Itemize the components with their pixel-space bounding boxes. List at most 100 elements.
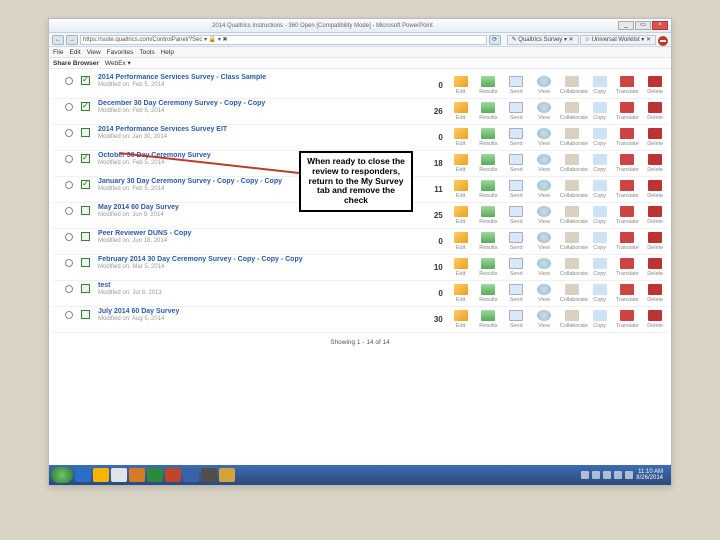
- action-view[interactable]: View: [532, 258, 556, 277]
- start-button[interactable]: [51, 467, 73, 483]
- addon-warning-icon[interactable]: [658, 36, 668, 46]
- survey-info[interactable]: Peer Reviewer DUNS - CopyModified on: Ju…: [98, 229, 421, 244]
- action-copy[interactable]: Copy: [588, 180, 612, 199]
- action-delete[interactable]: Delete: [643, 232, 667, 251]
- action-send[interactable]: Send: [504, 206, 528, 225]
- action-translate[interactable]: Translate: [616, 154, 640, 173]
- active-checkbox[interactable]: [81, 232, 90, 241]
- action-view[interactable]: View: [532, 310, 556, 329]
- action-copy[interactable]: Copy: [588, 76, 612, 95]
- action-delete[interactable]: Delete: [643, 310, 667, 329]
- menu-help[interactable]: Help: [161, 49, 174, 56]
- action-collaborate[interactable]: Collaborate: [560, 258, 584, 277]
- share-browser-button[interactable]: Share Browser: [53, 60, 99, 67]
- tray-icon[interactable]: [603, 471, 611, 479]
- taskbar-app-icon[interactable]: [147, 468, 163, 482]
- reload-button[interactable]: ⟳: [489, 35, 501, 45]
- action-delete[interactable]: Delete: [643, 154, 667, 173]
- action-collaborate[interactable]: Collaborate: [560, 76, 584, 95]
- action-delete[interactable]: Delete: [643, 128, 667, 147]
- action-delete[interactable]: Delete: [643, 76, 667, 95]
- action-delete[interactable]: Delete: [643, 206, 667, 225]
- active-checkbox[interactable]: [81, 76, 90, 85]
- action-edit[interactable]: Edit: [449, 180, 473, 199]
- action-delete[interactable]: Delete: [643, 258, 667, 277]
- taskbar-app-icon[interactable]: [93, 468, 109, 482]
- action-collaborate[interactable]: Collaborate: [560, 206, 584, 225]
- action-send[interactable]: Send: [504, 258, 528, 277]
- browser-tab-worklist[interactable]: ☆ Universal Worklist ▾ ✕: [580, 35, 656, 45]
- select-radio[interactable]: [65, 285, 73, 293]
- action-edit[interactable]: Edit: [449, 76, 473, 95]
- action-translate[interactable]: Translate: [616, 258, 640, 277]
- action-edit[interactable]: Edit: [449, 206, 473, 225]
- action-results[interactable]: Results: [477, 128, 501, 147]
- action-view[interactable]: View: [532, 206, 556, 225]
- action-delete[interactable]: Delete: [643, 102, 667, 121]
- taskbar-app-icon[interactable]: [183, 468, 199, 482]
- minimize-button[interactable]: _: [618, 21, 634, 30]
- back-button[interactable]: ←: [52, 35, 64, 45]
- taskbar-app-icon[interactable]: [129, 468, 145, 482]
- action-results[interactable]: Results: [477, 76, 501, 95]
- browser-tab-qualtrics[interactable]: ✎ Qualtrics Survey ▾ ✕: [507, 35, 579, 45]
- action-collaborate[interactable]: Collaborate: [560, 232, 584, 251]
- action-view[interactable]: View: [532, 76, 556, 95]
- action-delete[interactable]: Delete: [643, 284, 667, 303]
- action-copy[interactable]: Copy: [588, 154, 612, 173]
- action-copy[interactable]: Copy: [588, 258, 612, 277]
- survey-info[interactable]: July 2014 60 Day SurveyModified on: Aug …: [98, 307, 421, 322]
- address-bar[interactable]: https://suite.qualtrics.com/ControlPanel…: [80, 35, 487, 45]
- survey-info[interactable]: testModified on: Jul 8, 2013: [98, 281, 421, 296]
- menu-favorites[interactable]: Favorites: [107, 49, 134, 56]
- action-results[interactable]: Results: [477, 180, 501, 199]
- active-checkbox[interactable]: [81, 180, 90, 189]
- action-collaborate[interactable]: Collaborate: [560, 284, 584, 303]
- action-view[interactable]: View: [532, 284, 556, 303]
- action-edit[interactable]: Edit: [449, 310, 473, 329]
- action-send[interactable]: Send: [504, 154, 528, 173]
- survey-info[interactable]: December 30 Day Ceremony Survey - Copy -…: [98, 99, 421, 114]
- tray-icon[interactable]: [614, 471, 622, 479]
- select-radio[interactable]: [65, 77, 73, 85]
- action-results[interactable]: Results: [477, 154, 501, 173]
- action-copy[interactable]: Copy: [588, 102, 612, 121]
- action-edit[interactable]: Edit: [449, 102, 473, 121]
- action-edit[interactable]: Edit: [449, 258, 473, 277]
- action-edit[interactable]: Edit: [449, 128, 473, 147]
- action-results[interactable]: Results: [477, 258, 501, 277]
- survey-info[interactable]: February 2014 30 Day Ceremony Survey - C…: [98, 255, 421, 270]
- active-checkbox[interactable]: [81, 128, 90, 137]
- action-delete[interactable]: Delete: [643, 180, 667, 199]
- active-checkbox[interactable]: [81, 310, 90, 319]
- action-translate[interactable]: Translate: [616, 284, 640, 303]
- action-collaborate[interactable]: Collaborate: [560, 180, 584, 199]
- select-radio[interactable]: [65, 259, 73, 267]
- active-checkbox[interactable]: [81, 206, 90, 215]
- action-translate[interactable]: Translate: [616, 206, 640, 225]
- select-radio[interactable]: [65, 311, 73, 319]
- action-edit[interactable]: Edit: [449, 232, 473, 251]
- action-translate[interactable]: Translate: [616, 76, 640, 95]
- action-copy[interactable]: Copy: [588, 310, 612, 329]
- action-copy[interactable]: Copy: [588, 128, 612, 147]
- action-translate[interactable]: Translate: [616, 128, 640, 147]
- action-view[interactable]: View: [532, 180, 556, 199]
- forward-button[interactable]: →: [66, 35, 78, 45]
- survey-info[interactable]: 2014 Performance Services Survey - Class…: [98, 73, 421, 88]
- action-view[interactable]: View: [532, 128, 556, 147]
- tray-icon[interactable]: [625, 471, 633, 479]
- action-send[interactable]: Send: [504, 284, 528, 303]
- select-radio[interactable]: [65, 129, 73, 137]
- survey-info[interactable]: 2014 Performance Services Survey EITModi…: [98, 125, 421, 140]
- action-view[interactable]: View: [532, 102, 556, 121]
- action-results[interactable]: Results: [477, 284, 501, 303]
- action-translate[interactable]: Translate: [616, 102, 640, 121]
- action-copy[interactable]: Copy: [588, 206, 612, 225]
- action-send[interactable]: Send: [504, 232, 528, 251]
- select-radio[interactable]: [65, 233, 73, 241]
- action-send[interactable]: Send: [504, 76, 528, 95]
- taskbar-app-icon[interactable]: [165, 468, 181, 482]
- taskbar-app-icon[interactable]: [201, 468, 217, 482]
- tray-icon[interactable]: [592, 471, 600, 479]
